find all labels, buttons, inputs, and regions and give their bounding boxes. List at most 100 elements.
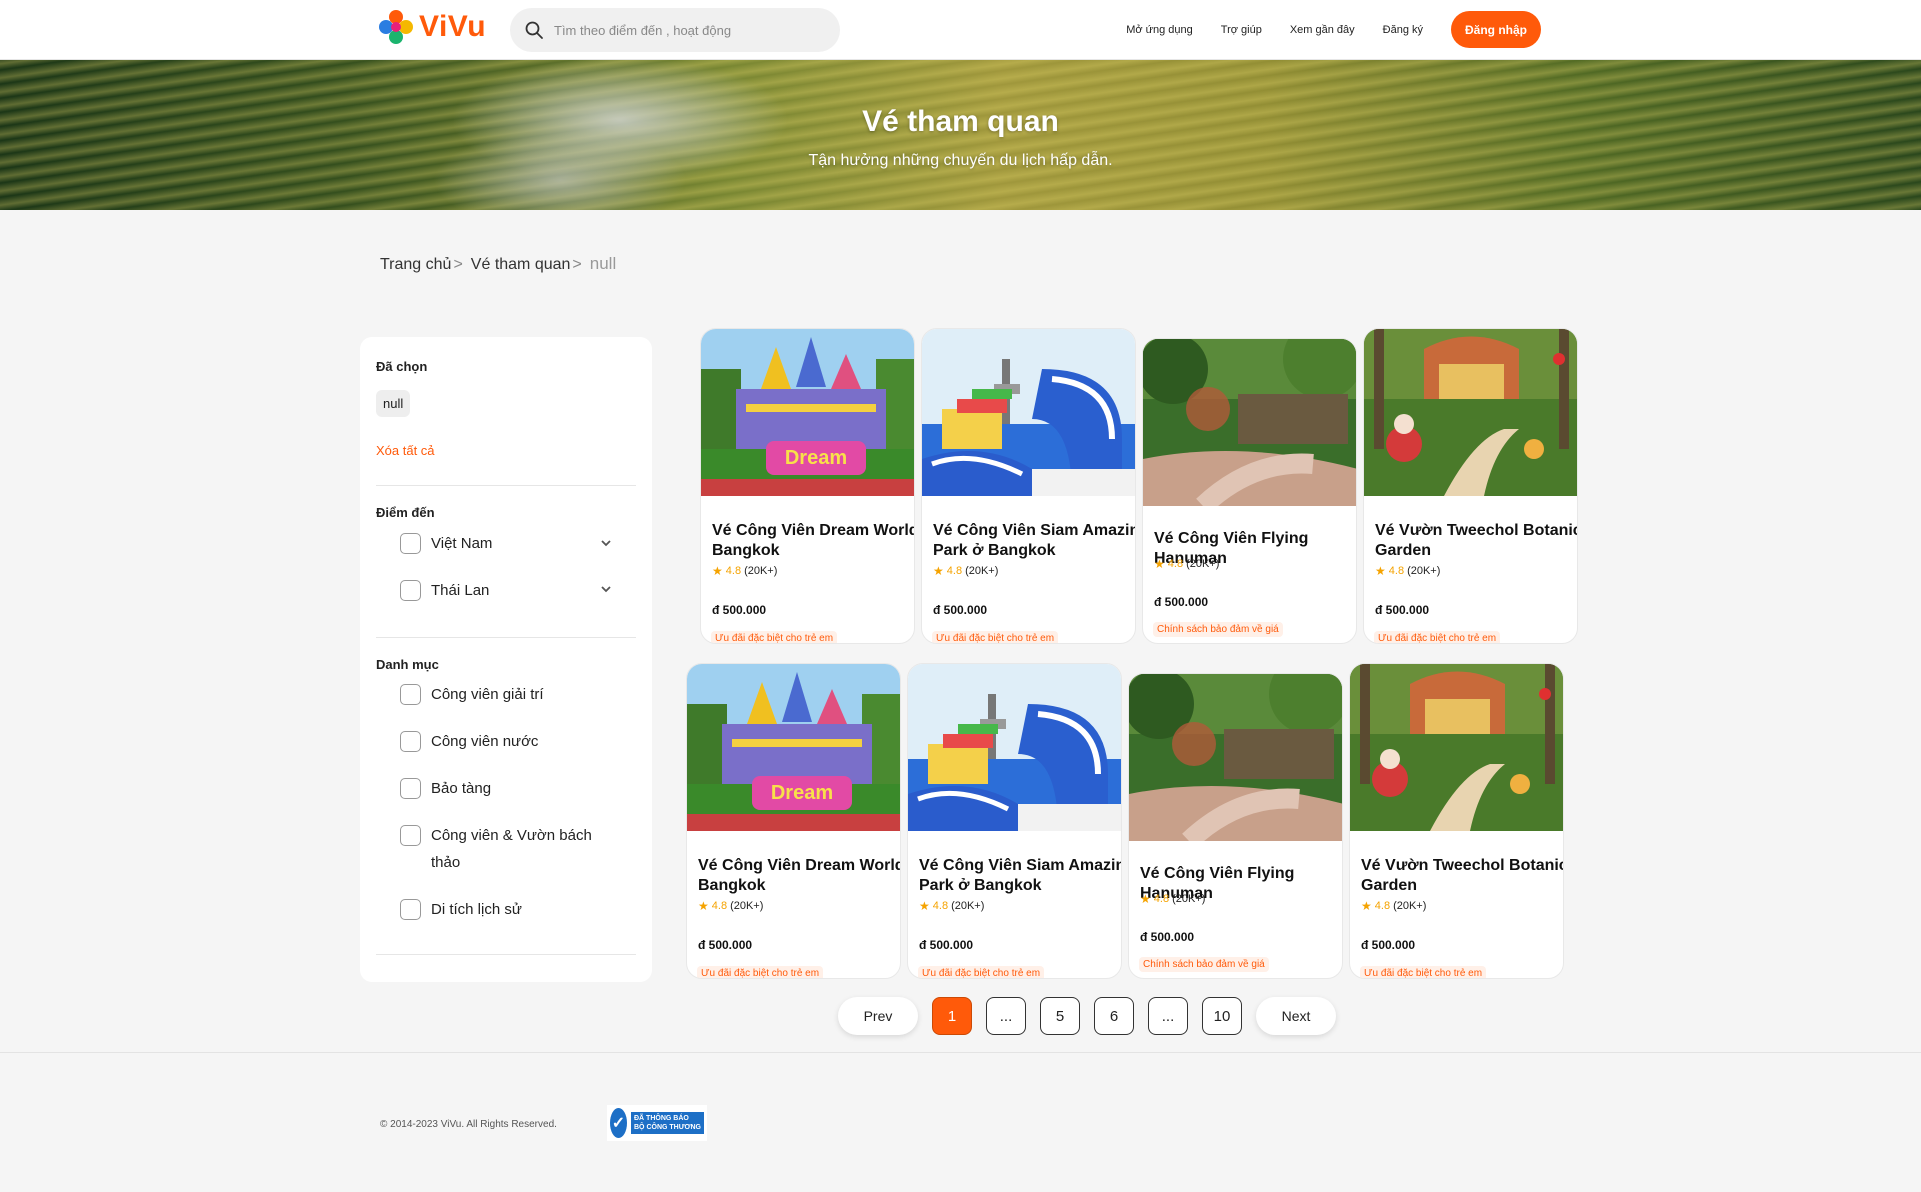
product-title[interactable]: Vé Vườn Tweechol Botanic Garden	[1375, 521, 1577, 561]
product-rating: ★ 4.8 (20K+)	[698, 899, 763, 913]
product-title[interactable]: Vé Công Viên Siam Amazing Park ở Bangkok	[919, 856, 1121, 896]
product-price: đ 500.000	[933, 603, 988, 617]
star-icon: ★	[1375, 564, 1386, 578]
category-label: Công viên giải trí	[431, 686, 544, 703]
breadcrumb-category[interactable]: Vé tham quan	[471, 256, 571, 274]
category-option[interactable]: Bảo tàng	[400, 778, 611, 802]
product-image	[908, 664, 1121, 831]
nav-open-app[interactable]: Mở ứng dụng	[1126, 24, 1193, 36]
category-label: Di tích lịch sử	[431, 901, 522, 918]
breadcrumb: Trang chủ > Vé tham quan > null	[380, 254, 616, 274]
page-ellipsis[interactable]: ...	[1148, 997, 1188, 1035]
product-image	[1364, 329, 1577, 496]
product-card[interactable]: Vé Vườn Tweechol Botanic Garden ★ 4.8 (2…	[1363, 328, 1578, 644]
login-button[interactable]: Đăng nhập	[1451, 11, 1541, 48]
review-count: (20K+)	[1172, 893, 1206, 905]
next-page-button[interactable]: Next	[1256, 997, 1336, 1035]
product-price: đ 500.000	[1140, 930, 1195, 944]
page-button[interactable]: 6	[1094, 997, 1134, 1035]
product-card[interactable]: Vé Công Viên Siam Amazing Park ở Bangkok…	[907, 663, 1122, 979]
page-button-current[interactable]: 1	[932, 997, 972, 1035]
star-icon: ★	[1361, 899, 1372, 913]
product-image	[1143, 339, 1356, 506]
search-icon	[525, 21, 543, 39]
product-card[interactable]: Vé Công Viên Flying Hanuman ★ 4.8 (20K+)…	[1128, 673, 1343, 979]
review-count: (20K+)	[1186, 558, 1220, 570]
product-image: Dream	[701, 329, 914, 496]
clear-all-link[interactable]: Xóa tất cả	[376, 443, 435, 458]
filter-sidebar: Đã chọn null Xóa tất cả Điểm đến Việt Na…	[360, 337, 652, 982]
top-header: ViVu Mở ứng dụng Trợ giúp Xem gần đây Đă…	[0, 0, 1921, 60]
category-option[interactable]: Công viên & Vườn bách thảo	[400, 825, 611, 876]
destination-title: Điểm đến	[376, 505, 435, 520]
category-checkbox[interactable]	[400, 825, 421, 846]
checkmark-icon: ✓	[610, 1108, 627, 1138]
product-card[interactable]: Vé Công Viên Siam Amazing Park ở Bangkok…	[921, 328, 1136, 644]
star-icon: ★	[919, 899, 930, 913]
category-option[interactable]: Công viên giải trí	[400, 684, 611, 708]
star-icon: ★	[933, 564, 944, 578]
product-card[interactable]: Dream Vé Công Viên Dream World Bangkok ★…	[700, 328, 915, 644]
promo-badge: Chính sách bảo đảm về giá	[1153, 622, 1283, 637]
svg-text:Dream: Dream	[785, 447, 847, 469]
nav-register[interactable]: Đăng ký	[1383, 24, 1423, 36]
product-price: đ 500.000	[919, 938, 974, 952]
rating-score: 4.8	[1388, 565, 1405, 577]
search-input[interactable]	[554, 22, 814, 38]
category-checkbox[interactable]	[400, 731, 421, 752]
product-image	[1129, 674, 1342, 841]
product-rating: ★ 4.8 (20K+)	[1140, 892, 1205, 906]
copyright-text: © 2014-2023 ViVu. All Rights Reserved.	[380, 1119, 557, 1130]
page-button[interactable]: 10	[1202, 997, 1242, 1035]
destination-option[interactable]: Việt Nam	[400, 533, 611, 557]
category-title: Danh mục	[376, 657, 439, 672]
product-title[interactable]: Vé Công Viên Dream World Bangkok	[712, 521, 914, 561]
promo-badge: Ưu đãi đặc biệt cho trẻ em	[697, 966, 824, 978]
star-icon: ★	[698, 899, 709, 913]
product-card[interactable]: Dream Vé Công Viên Dream World Bangkok ★…	[686, 663, 901, 979]
brand-name: ViVu	[419, 10, 487, 43]
category-option[interactable]: Di tích lịch sử	[400, 899, 611, 923]
category-checkbox[interactable]	[400, 684, 421, 705]
chevron-down-icon[interactable]	[600, 583, 612, 595]
sidebar-divider	[376, 637, 636, 638]
category-checkbox[interactable]	[400, 778, 421, 799]
review-count: (20K+)	[1393, 900, 1427, 912]
registered-badge[interactable]: ✓ ĐÃ THÔNG BÁO BỘ CÔNG THƯƠNG	[607, 1105, 707, 1141]
product-rating: ★ 4.8 (20K+)	[933, 564, 998, 578]
rating-score: 4.8	[1153, 893, 1170, 905]
promo-badge: Ưu đãi đặc biệt cho trẻ em	[918, 966, 1045, 978]
selected-filters-title: Đã chọn	[376, 359, 428, 374]
product-title[interactable]: Vé Công Viên Siam Amazing Park ở Bangkok	[933, 521, 1135, 561]
badge-text: ĐÃ THÔNG BÁO BỘ CÔNG THƯƠNG	[631, 1112, 704, 1134]
product-rating: ★ 4.8 (20K+)	[1375, 564, 1440, 578]
product-image	[922, 329, 1135, 496]
rating-score: 4.8	[932, 900, 949, 912]
destination-option[interactable]: Thái Lan	[400, 580, 611, 604]
nav-help[interactable]: Trợ giúp	[1221, 24, 1262, 36]
page-ellipsis[interactable]: ...	[986, 997, 1026, 1035]
destination-checkbox[interactable]	[400, 533, 421, 554]
page-button[interactable]: 5	[1040, 997, 1080, 1035]
breadcrumb-home[interactable]: Trang chủ	[380, 256, 451, 274]
review-count: (20K+)	[744, 565, 778, 577]
search-bar[interactable]	[510, 8, 840, 52]
logo-mark-icon	[379, 10, 413, 44]
product-title[interactable]: Vé Vườn Tweechol Botanic Garden	[1361, 856, 1563, 896]
category-checkbox[interactable]	[400, 899, 421, 920]
hero-title: Vé tham quan	[862, 105, 1059, 138]
product-rating: ★ 4.8 (20K+)	[919, 899, 984, 913]
product-price: đ 500.000	[712, 603, 767, 617]
product-title[interactable]: Vé Công Viên Dream World Bangkok	[698, 856, 900, 896]
sidebar-divider	[376, 485, 636, 486]
selected-filter-chip[interactable]: null	[376, 390, 411, 417]
category-option[interactable]: Công viên nước	[400, 731, 611, 755]
nav-recently-viewed[interactable]: Xem gần đây	[1290, 24, 1355, 36]
product-rating: ★ 4.8 (20K+)	[1361, 899, 1426, 913]
prev-page-button[interactable]: Prev	[838, 997, 918, 1035]
chevron-down-icon[interactable]	[600, 537, 612, 549]
destination-checkbox[interactable]	[400, 580, 421, 601]
brand-logo[interactable]: ViVu	[379, 10, 486, 44]
product-card[interactable]: Vé Công Viên Flying Hanuman ★ 4.8 (20K+)…	[1142, 338, 1357, 644]
product-card[interactable]: Vé Vườn Tweechol Botanic Garden ★ 4.8 (2…	[1349, 663, 1564, 979]
